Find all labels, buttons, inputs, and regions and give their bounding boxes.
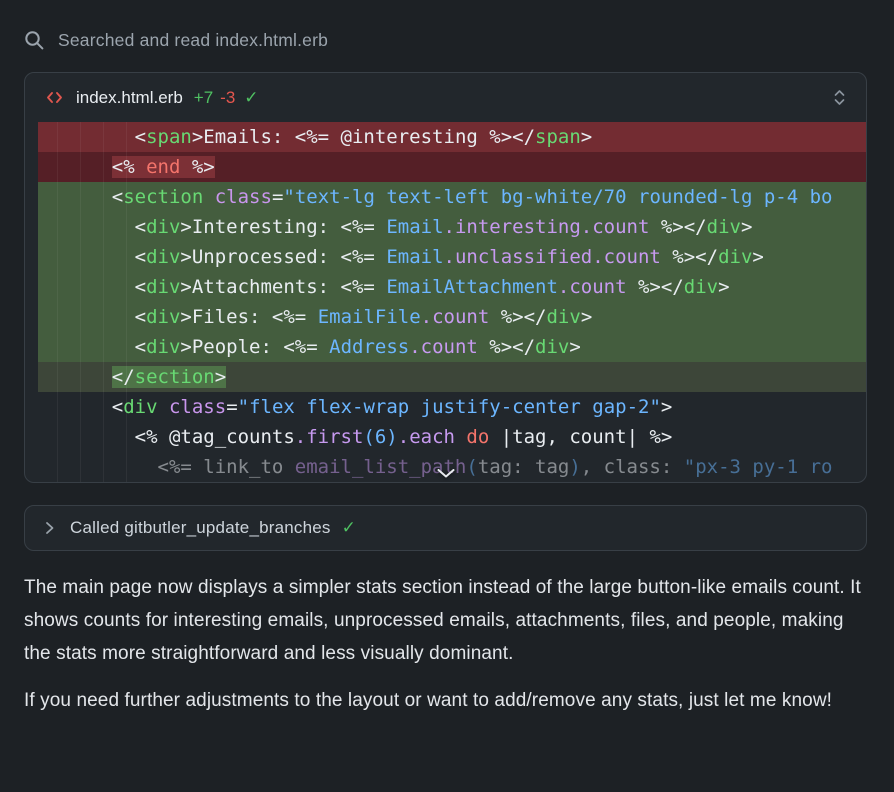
code-file-icon — [45, 90, 64, 105]
tool-success-check-icon: ✓ — [342, 518, 356, 538]
unfold-icon[interactable] — [833, 88, 846, 107]
code-line: <div>Files: <%= EmailFile.count %></div> — [38, 302, 866, 332]
code-line: <% @tag_counts.first(6).each do |tag, co… — [38, 422, 866, 452]
indent-guide — [126, 122, 127, 482]
diff-filename: index.html.erb — [76, 88, 183, 108]
assistant-message: The main page now displays a simpler sta… — [24, 571, 867, 717]
code-line: <div>Unprocessed: <%= Email.unclassified… — [38, 242, 866, 272]
tool-call-label: Called gitbutler_update_branches — [70, 518, 331, 538]
scroll-down-chevron-icon[interactable] — [436, 468, 455, 479]
indent-guide — [103, 122, 104, 482]
search-icon — [24, 30, 45, 51]
diff-success-check-icon: ✓ — [244, 88, 258, 108]
code-line: <span>Emails: <%= @interesting %></span> — [38, 122, 866, 152]
status-header[interactable]: Searched and read index.html.erb — [24, 30, 870, 51]
code-line: <div>Attachments: <%= EmailAttachment.co… — [38, 272, 866, 302]
code-line: <div>People: <%= Address.count %></div> — [38, 332, 866, 362]
tool-call-row[interactable]: Called gitbutler_update_branches ✓ — [24, 505, 867, 551]
message-paragraph: If you need further adjustments to the l… — [24, 684, 867, 717]
code-line: </section> — [38, 362, 866, 392]
chevron-right-icon — [44, 520, 55, 536]
message-paragraph: The main page now displays a simpler sta… — [24, 571, 867, 670]
code-line: <section class="text-lg text-left bg-whi… — [38, 182, 866, 212]
code-line: <div>Interesting: <%= Email.interesting.… — [38, 212, 866, 242]
status-label: Searched and read index.html.erb — [58, 30, 328, 51]
diff-code-lines: <span>Emails: <%= @interesting %></span>… — [25, 122, 866, 482]
indent-guide — [57, 122, 58, 482]
diff-additions: +7 — [194, 88, 213, 108]
diff-deletions: -3 — [220, 88, 235, 108]
diff-card-header[interactable]: index.html.erb +7 -3 ✓ — [25, 73, 866, 122]
diff-code-block: <span>Emails: <%= @interesting %></span>… — [25, 122, 866, 482]
code-line: <div class="flex flex-wrap justify-cente… — [38, 392, 866, 422]
diff-card: index.html.erb +7 -3 ✓ <span>Emails: <%=… — [24, 72, 867, 483]
indent-guide — [80, 122, 81, 482]
code-line: <% end %> — [38, 152, 866, 182]
